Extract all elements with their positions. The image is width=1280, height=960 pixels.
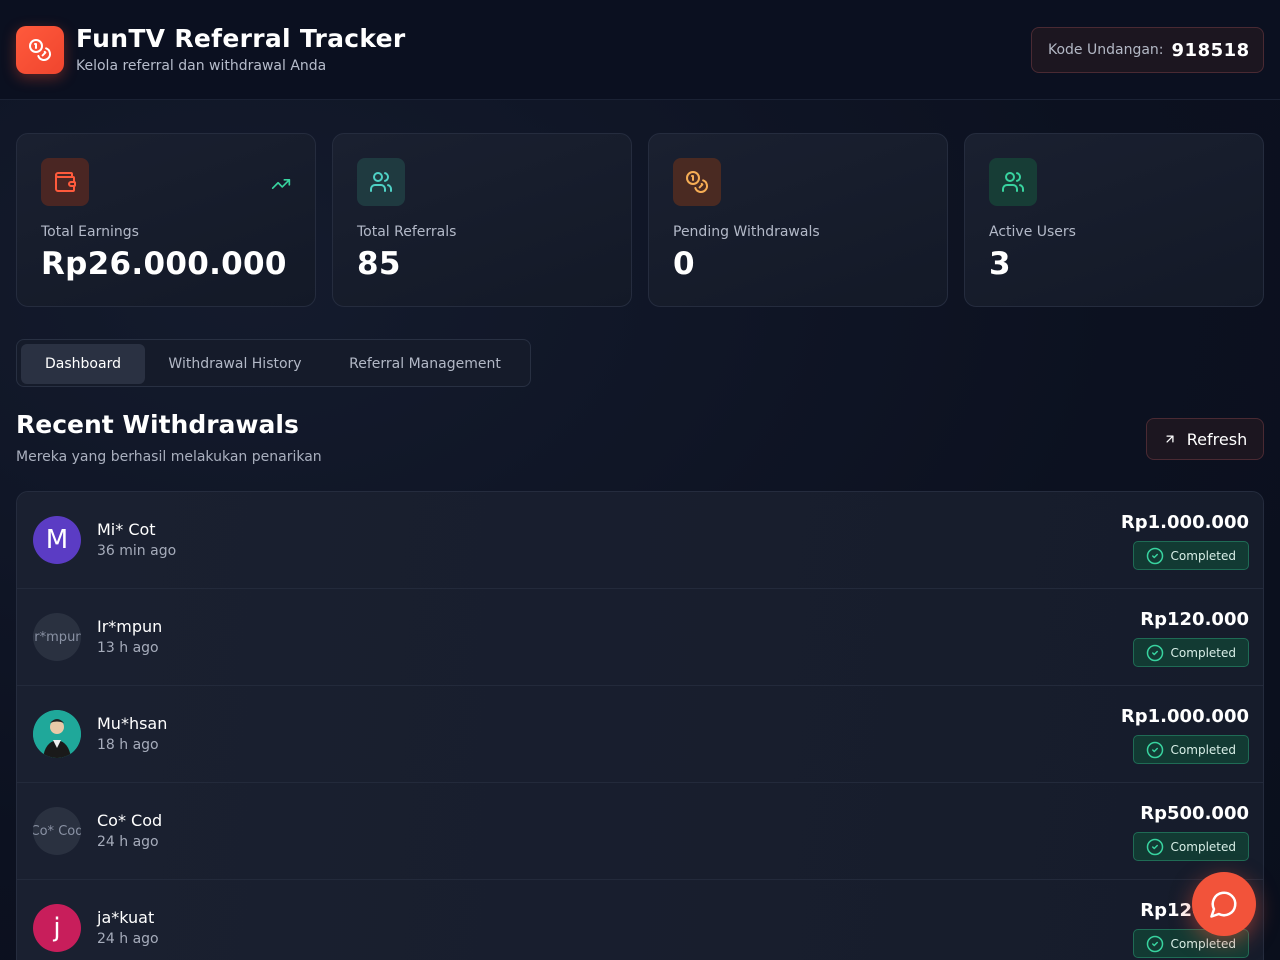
coins-icon (686, 171, 708, 193)
app-header: FunTV Referral Tracker Kelola referral d… (0, 0, 1280, 100)
withdrawal-row[interactable]: Mu*hsan 18 h ago Rp1.000.000 Completed (17, 686, 1263, 783)
status-badge: Completed (1132, 638, 1249, 667)
avatar: M (33, 516, 81, 564)
avatar: Co* Cod (33, 807, 81, 855)
withdrawal-row[interactable]: M Mi* Cot 36 min ago Rp1.000.000 Complet… (17, 492, 1263, 589)
section-subtitle: Mereka yang berhasil melakukan penarikan (16, 449, 322, 465)
stat-card-total-referrals: Total Referrals 85 (332, 133, 632, 307)
withdrawal-time: 24 h ago (97, 931, 159, 947)
withdrawal-time: 18 h ago (97, 737, 159, 753)
users-icon (1002, 172, 1024, 192)
app-title: FunTV Referral Tracker (76, 24, 406, 53)
user-name: Mi* Cot (97, 520, 156, 539)
main-tabs: Dashboard Withdrawal History Referral Ma… (16, 339, 531, 387)
avatar-alt-text: Ir*mpun (33, 629, 81, 645)
users-icon (370, 172, 392, 192)
stat-label: Active Users (989, 224, 1076, 240)
withdrawals-list: M Mi* Cot 36 min ago Rp1.000.000 Complet… (16, 491, 1264, 960)
stat-icon-wrap (357, 158, 405, 206)
person-photo-icon (33, 710, 81, 758)
stat-card-active-users: Active Users 3 (964, 133, 1264, 307)
avatar-initial: j (53, 913, 61, 943)
refresh-label: Refresh (1186, 429, 1248, 449)
status-text: Completed (1170, 645, 1236, 660)
withdrawal-amount: Rp500.000 (1140, 803, 1249, 824)
withdrawal-time: 36 min ago (97, 543, 177, 559)
stat-value: 3 (989, 246, 1011, 282)
user-name: Ir*mpun (97, 617, 163, 636)
status-badge: Completed (1132, 735, 1249, 764)
message-circle-icon (1210, 891, 1237, 918)
user-name: ja*kuat (97, 908, 155, 927)
invite-code-value: 918518 (1171, 39, 1250, 61)
stat-value: Rp26.000.000 (41, 246, 287, 282)
invite-code-label: Kode Undangan: (1048, 42, 1164, 58)
refresh-button[interactable]: Refresh (1146, 418, 1264, 460)
withdrawal-time: 24 h ago (97, 834, 159, 850)
stat-icon-wrap (673, 158, 721, 206)
tab-referral-management[interactable]: Referral Management (325, 344, 525, 384)
wallet-icon (55, 172, 76, 192)
avatar-initial: M (45, 525, 69, 555)
coins-icon (29, 39, 51, 61)
stat-value: 85 (357, 246, 401, 282)
stat-card-total-earnings: Total Earnings Rp26.000.000 (16, 133, 316, 307)
check-circle-icon (1146, 838, 1163, 855)
stat-icon-wrap (989, 158, 1037, 206)
withdrawal-row[interactable]: j ja*kuat 24 h ago Rp120.000 Completed (17, 880, 1263, 960)
withdrawal-row[interactable]: Ir*mpun Ir*mpun 13 h ago Rp120.000 Compl… (17, 589, 1263, 686)
stat-label: Total Earnings (41, 224, 139, 240)
arrow-up-right-icon (1166, 435, 1174, 443)
tab-withdrawal-history[interactable]: Withdrawal History (149, 344, 321, 384)
status-text: Completed (1170, 839, 1236, 854)
withdrawal-amount: Rp1.000.000 (1120, 706, 1249, 727)
withdrawal-amount: Rp120.000 (1140, 609, 1249, 630)
withdrawal-amount: Rp1.000.000 (1120, 512, 1249, 533)
status-text: Completed (1170, 548, 1236, 563)
chat-button[interactable] (1192, 872, 1256, 936)
invite-code-box[interactable]: Kode Undangan: 918518 (1031, 27, 1264, 73)
withdrawal-time: 13 h ago (97, 640, 159, 656)
check-circle-icon (1146, 741, 1163, 758)
stat-card-pending-withdrawals: Pending Withdrawals 0 (648, 133, 948, 307)
app-logo (16, 26, 64, 74)
status-text: Completed (1170, 936, 1236, 951)
check-circle-icon (1146, 644, 1163, 661)
withdrawal-row[interactable]: Co* Cod Co* Cod 24 h ago Rp500.000 Compl… (17, 783, 1263, 880)
check-circle-icon (1146, 935, 1163, 952)
status-badge: Completed (1132, 541, 1249, 570)
user-name: Mu*hsan (97, 714, 168, 733)
tab-dashboard[interactable]: Dashboard (21, 344, 145, 384)
stat-icon-wrap (41, 158, 89, 206)
status-text: Completed (1170, 742, 1236, 757)
stat-value: 0 (673, 246, 695, 282)
avatar-photo (33, 710, 81, 758)
section-title: Recent Withdrawals (16, 410, 299, 439)
avatar-alt-text: Co* Cod (33, 823, 81, 839)
trending-up-icon (271, 179, 291, 189)
avatar: Ir*mpun (33, 613, 81, 661)
app-subtitle: Kelola referral dan withdrawal Anda (76, 58, 327, 74)
stat-label: Pending Withdrawals (673, 224, 820, 240)
stat-label: Total Referrals (357, 224, 457, 240)
user-name: Co* Cod (97, 811, 163, 830)
avatar: j (33, 904, 81, 952)
status-badge: Completed (1132, 832, 1249, 861)
check-circle-icon (1146, 547, 1163, 564)
